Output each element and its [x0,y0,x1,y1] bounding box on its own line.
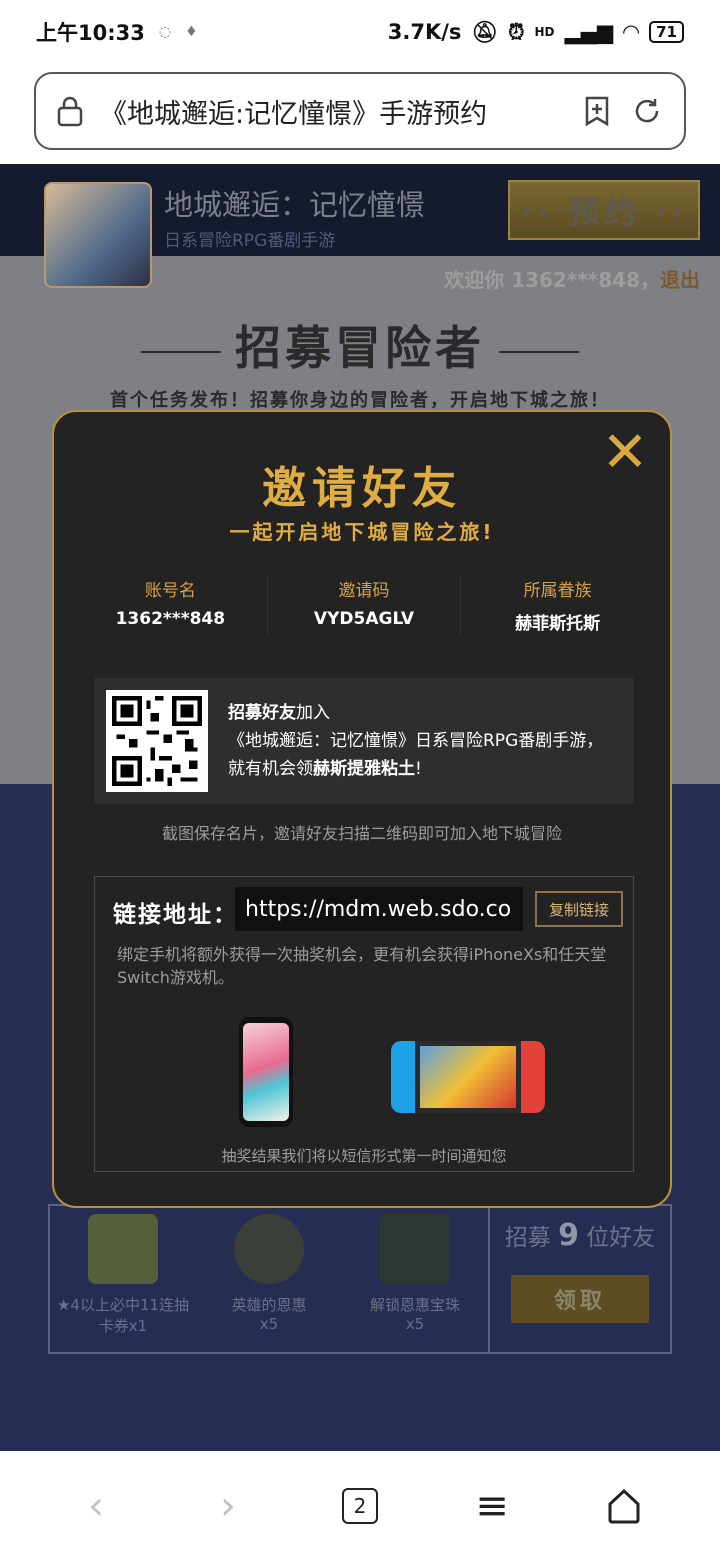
reward-item: 英雄的恩惠 x5 [196,1206,342,1352]
orb-icon [234,1214,304,1284]
status-bar: 上午10:33 ◌ ♦ 3.7K/s 🔕︎ ⏰︎ HD ▂▄▆ ◠ 71 [0,0,720,64]
reserve-button[interactable]: ·· 预约 ·· [508,180,700,240]
invite-modal: ✕ 邀请好友 一起开启地下城冒险之旅! 账号名 1362***848 邀请码 V… [52,410,672,1208]
menu-icon[interactable]: ≡ [462,1476,522,1536]
location-icon: ♦ [185,24,198,40]
info-value: VYD5AGLV [313,609,415,629]
account-info: 账号名 1362***848 邀请码 VYD5AGLV 所属眷族 赫菲斯托斯 [74,576,654,636]
reward-label: ★4以上必中11连抽卡券x1 [56,1296,190,1335]
qr-card: 招募好友加入 《地城邂逅：记忆憧憬》日系冒险RPG番剧手游， 就有机会领赫斯提雅… [94,678,634,804]
address-bar[interactable]: 《地城邂逅:记忆憧憬》手游预约 [34,72,686,150]
switch-joycon-left [391,1041,415,1113]
qr-code [106,690,208,792]
recruit-count: 9 [558,1218,579,1253]
reward-row: ★4以上必中11连抽卡券x1 英雄的恩惠 x5 解锁恩惠宝珠 x5 招募 9 位… [48,1204,672,1354]
qr-line3-pre: 就有机会领 [228,759,313,779]
info-familia: 所属眷族 赫菲斯托斯 [461,576,654,636]
welcome-text: 欢迎你 1362***848，退出 [444,264,700,293]
notification-icon: ◌ [158,24,172,40]
add-bookmark-icon[interactable] [580,94,614,128]
modal-title: 邀请好友 [262,463,462,514]
recruit-title: 招募冒险者 [0,312,720,378]
qr-description: 招募好友加入 《地城邂逅：记忆憧憬》日系冒险RPG番剧手游， 就有机会领赫斯提雅… [228,699,622,783]
reward-item: 解锁恩惠宝珠 x5 [342,1206,488,1352]
back-icon[interactable]: ‹ [66,1476,126,1536]
signal-icon: ▂▄▆ [564,20,613,44]
recruit-count-text: 招募 9 位好友 [490,1218,670,1253]
qr-line2: 《地城邂逅：记忆憧憬》日系冒险RPG番剧手游， [228,731,604,751]
tabs-button[interactable]: 2 [330,1476,390,1536]
battery-icon: 71 [649,21,684,43]
app-title: 地城邂逅：记忆憧憬 [164,188,426,222]
info-key: 邀请码 [338,581,390,601]
alarm-icon: ⏰︎ [508,19,525,44]
reward-qty: x5 [405,1315,425,1333]
recruit-prefix: 招募 [504,1225,551,1251]
switch-display [420,1046,516,1108]
switch-image [391,1041,545,1113]
claim-button[interactable]: 领取 [511,1275,649,1323]
recruit-suffix: 位好友 [586,1225,656,1251]
forward-icon[interactable]: › [198,1476,258,1536]
lantern-icon [380,1214,450,1284]
network-speed: 3.7K/s [387,20,462,44]
recruit-subtitle: 首个任务发布！招募你身边的冒险者，开启地下城之旅！ [110,390,610,411]
claim-panel: 招募 9 位好友 领取 [488,1206,670,1352]
info-key: 所属眷族 [523,581,592,601]
modal-subtitle: 一起开启地下城冒险之旅! [229,520,495,544]
switch-screen [415,1041,521,1113]
qr-join-text: 加入 [296,703,330,723]
info-value: 1362***848 [115,609,226,629]
reward-label: 英雄的恩惠 [231,1296,307,1314]
qr-bold-text: 招募好友 [228,703,296,723]
link-label: 链接地址： [113,902,238,928]
welcome-user: 欢迎你 1362***848， [444,268,660,292]
qr-line3-end: ! [415,759,422,779]
copy-link-button[interactable]: 复制链接 [535,891,623,927]
lock-icon [57,96,83,127]
hd-label: HD [534,25,555,39]
reward-label: 解锁恩惠宝珠 [369,1296,460,1314]
reward-item: ★4以上必中11连抽卡券x1 [50,1206,196,1352]
screenshot-hint: 截图保存名片，邀请好友扫描二维码即可加入地下城冒险 [161,824,562,843]
reward-qty: x5 [259,1315,279,1333]
info-key: 账号名 [144,581,196,601]
clock: 上午10:33 [36,21,145,45]
mute-icon: 🔕︎ [471,19,499,44]
link-section: 链接地址： https://mdm.web.sdo.co 复制链接 绑定手机将额… [94,876,634,1172]
iphone-image [239,1017,293,1127]
logout-link[interactable]: 退出 [660,268,700,292]
app-icon [44,182,152,288]
info-invite-code: 邀请码 VYD5AGLV [268,576,462,636]
tab-count: 2 [342,1488,378,1524]
wifi-icon: ◠ [622,20,640,44]
info-value: 赫菲斯托斯 [515,614,601,634]
home-icon[interactable] [594,1476,654,1536]
switch-joycon-right [521,1041,545,1113]
info-account: 账号名 1362***848 [74,576,268,636]
ticket-icon [88,1214,158,1284]
bind-phone-text: 绑定手机将额外获得一次抽奖机会，更有机会获得iPhoneXs和任天堂Switch… [117,945,607,987]
link-url-field[interactable]: https://mdm.web.sdo.co [235,887,523,931]
result-notice: 抽奖结果我们将以短信形式第一时间通知您 [221,1147,507,1165]
app-subtitle: 日系冒险RPG番剧手游 [164,231,336,251]
phone-screen [243,1023,289,1121]
qr-line3-bold: 赫斯提雅粘土 [313,759,415,779]
url-text[interactable]: 《地城邂逅:记忆憧憬》手游预约 [100,92,564,131]
browser-nav-bar: ‹ › 2 ≡ [0,1452,720,1560]
reload-icon[interactable] [630,94,664,128]
